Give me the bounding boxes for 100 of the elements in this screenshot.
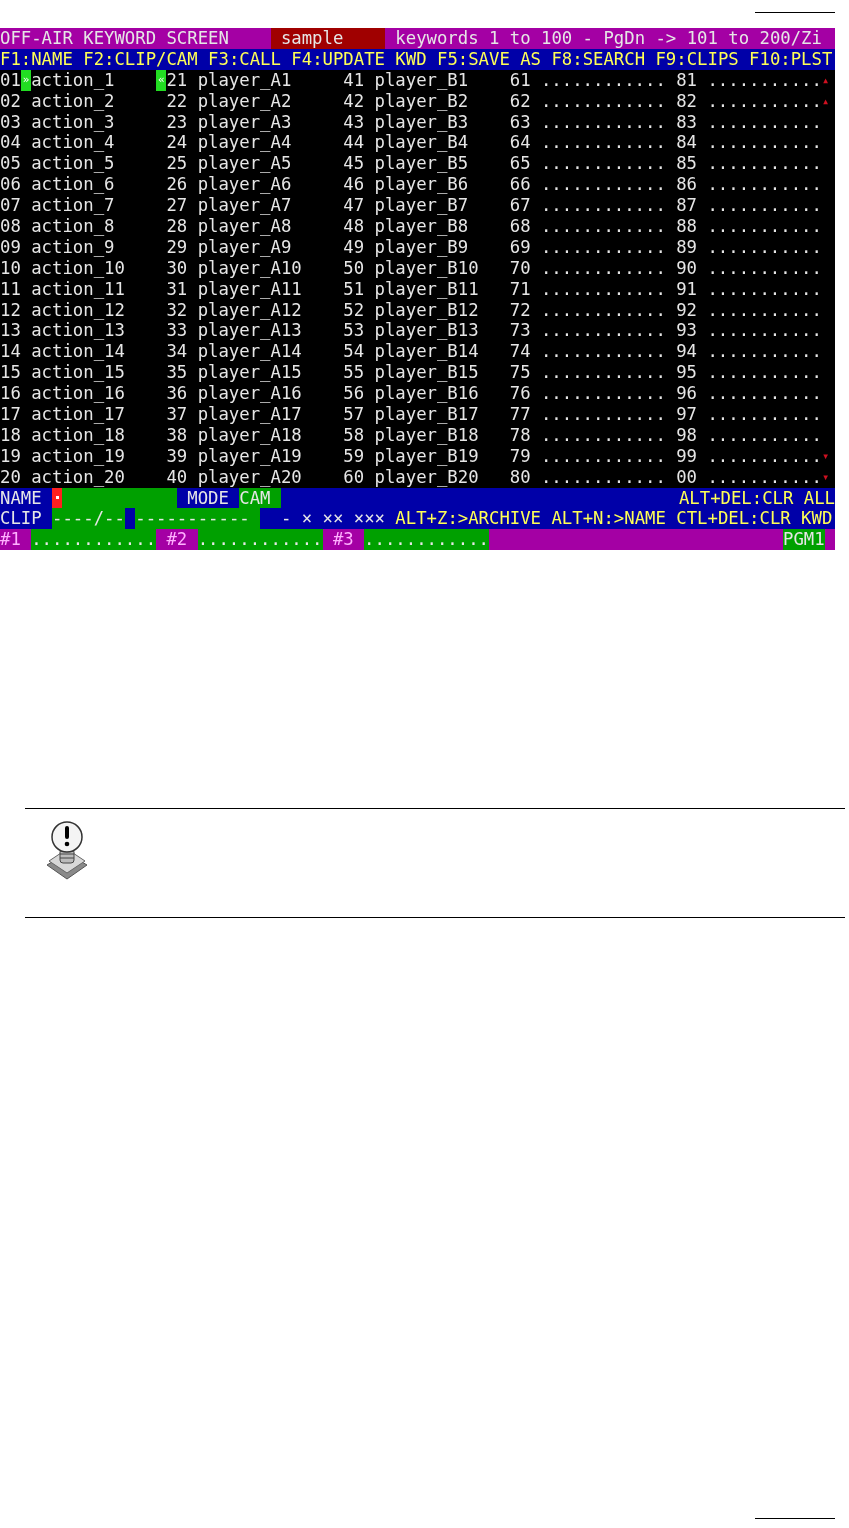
keyword-name[interactable]: ............ [540, 111, 666, 133]
keyword-name[interactable]: player_B3 [374, 111, 469, 133]
keyword-name[interactable]: player_A18 [197, 424, 302, 446]
keyword-name[interactable]: ........... [707, 257, 822, 279]
keyword-name[interactable]: ........... [707, 111, 822, 133]
keyword-name[interactable]: ............ [540, 153, 666, 175]
keyword-name[interactable]: ............ [540, 299, 666, 321]
keyword-name[interactable]: ........... [707, 341, 822, 363]
keyword-name[interactable]: ............ [540, 466, 666, 488]
keyword-name[interactable]: player_B10 [374, 257, 479, 279]
scroll-arrow[interactable]: ▴ [821, 90, 830, 112]
keyword-name[interactable]: ............ [540, 278, 666, 300]
keyword-name[interactable]: action_18 [31, 424, 125, 446]
keyword-name[interactable]: ............ [540, 174, 666, 196]
keyword-name[interactable]: ............ [540, 424, 666, 446]
keyword-name[interactable]: player_A19 [197, 445, 302, 467]
keyword-name[interactable]: player_B7 [374, 195, 469, 216]
keyword-name[interactable]: ............ [540, 362, 666, 384]
keyword-name[interactable]: action_11 [31, 278, 125, 300]
keyword-name[interactable]: player_A4 [197, 132, 292, 154]
keyword-name[interactable]: action_3 [31, 111, 115, 133]
keyword-name[interactable]: ............ [540, 216, 666, 237]
scroll-arrow[interactable]: ▾ [821, 466, 830, 488]
keyword-name[interactable]: ........... [707, 278, 822, 300]
keyword-name[interactable]: ........... [707, 216, 822, 237]
keyword-name[interactable]: player_B14 [374, 341, 479, 363]
keyword-name[interactable]: player_B17 [374, 404, 479, 425]
keyword-name[interactable]: action_14 [31, 341, 125, 363]
scroll-arrow[interactable]: ▾ [821, 445, 830, 467]
keyword-name[interactable]: action_5 [31, 153, 115, 175]
keyword-name[interactable]: ........... [707, 320, 822, 342]
keyword-name[interactable]: player_B9 [374, 236, 469, 258]
keyword-name[interactable]: ........... [707, 195, 822, 216]
keyword-name[interactable]: player_B19 [374, 445, 479, 467]
keyword-name[interactable]: ............ [540, 383, 666, 405]
keyword-name[interactable]: ........... [707, 90, 822, 112]
keyword-name[interactable]: action_13 [31, 320, 125, 342]
keyword-name[interactable]: player_A16 [197, 383, 302, 405]
keyword-name[interactable]: ............ [540, 90, 666, 112]
keyword-name[interactable]: player_B1 [374, 69, 469, 91]
keyword-name[interactable]: action_16 [31, 383, 125, 405]
keyword-name[interactable]: player_A13 [197, 320, 302, 342]
keyword-name[interactable]: player_B13 [374, 320, 479, 342]
keyword-name[interactable]: action_1 [31, 69, 115, 91]
keyword-name[interactable]: player_A3 [197, 111, 292, 133]
keyword-name[interactable]: ........... [707, 445, 822, 467]
keyword-name[interactable]: player_A20 [197, 466, 302, 488]
keyword-name[interactable]: ........... [707, 383, 822, 405]
keyword-name[interactable]: player_A9 [197, 236, 292, 258]
keyword-name[interactable]: player_A5 [197, 153, 292, 175]
keyword-name[interactable]: ........... [707, 404, 822, 425]
keyword-name[interactable]: player_A8 [197, 216, 292, 237]
keyword-name[interactable]: player_B12 [374, 299, 479, 321]
keyword-name[interactable]: player_B18 [374, 424, 479, 446]
keyword-name[interactable]: ............ [540, 69, 666, 91]
keyword-name[interactable]: player_A10 [197, 257, 302, 279]
keyword-name[interactable]: player_A14 [197, 341, 302, 363]
keyword-name[interactable]: ............ [540, 320, 666, 342]
keyword-name[interactable]: ........... [707, 236, 822, 258]
keyword-name[interactable]: player_B2 [374, 90, 469, 112]
keyword-name[interactable]: action_9 [31, 236, 115, 258]
keyword-name[interactable]: ............ [540, 404, 666, 425]
keyword-name[interactable]: player_B6 [374, 174, 469, 196]
keyword-name[interactable]: player_A2 [197, 90, 292, 112]
keyword-name[interactable]: ........... [707, 424, 822, 446]
keyword-name[interactable]: action_7 [31, 195, 115, 216]
keyword-name[interactable]: player_B4 [374, 132, 469, 154]
keyword-name[interactable]: player_A7 [197, 195, 292, 216]
keyword-name[interactable]: ............ [540, 445, 666, 467]
keyword-name[interactable]: player_B20 [374, 466, 479, 488]
keyword-name[interactable]: action_12 [31, 299, 125, 321]
keyword-name[interactable]: player_B8 [374, 216, 469, 237]
keyword-name[interactable]: player_B16 [374, 383, 479, 405]
keyword-name[interactable]: action_15 [31, 362, 125, 384]
keyword-name[interactable]: action_17 [31, 404, 125, 425]
keyword-name[interactable]: player_B11 [374, 278, 479, 300]
keyword-name[interactable]: player_A11 [197, 278, 302, 300]
keyword-name[interactable]: ........... [707, 466, 822, 488]
keyword-name[interactable]: player_A12 [197, 299, 302, 321]
keyword-name[interactable]: player_B5 [374, 153, 469, 175]
keyword-name[interactable]: ........... [707, 153, 822, 175]
keyword-name[interactable]: ............ [540, 132, 666, 154]
scroll-arrow[interactable]: ▴ [821, 69, 830, 91]
keyword-name[interactable]: player_B15 [374, 362, 479, 384]
keyword-name[interactable]: ........... [707, 299, 822, 321]
keyword-name[interactable]: ............ [540, 341, 666, 363]
keyword-name[interactable]: action_10 [31, 257, 125, 279]
keyword-name[interactable]: ........... [707, 132, 822, 154]
keyword-name[interactable]: action_2 [31, 90, 115, 112]
keyword-name[interactable]: action_8 [31, 216, 115, 237]
keyword-name[interactable]: player_A15 [197, 362, 302, 384]
keyword-name[interactable]: ............ [540, 257, 666, 279]
keyword-name[interactable]: ............ [540, 195, 666, 216]
keyword-name[interactable]: ........... [707, 174, 822, 196]
name-field[interactable] [62, 487, 177, 509]
keyword-name[interactable]: ........... [707, 362, 822, 384]
keyword-name[interactable]: player_A6 [197, 174, 292, 196]
keyword-name[interactable]: player_A1 [197, 69, 292, 91]
keyword-name[interactable]: action_20 [31, 466, 125, 488]
keyword-name[interactable]: ........... [707, 69, 822, 91]
